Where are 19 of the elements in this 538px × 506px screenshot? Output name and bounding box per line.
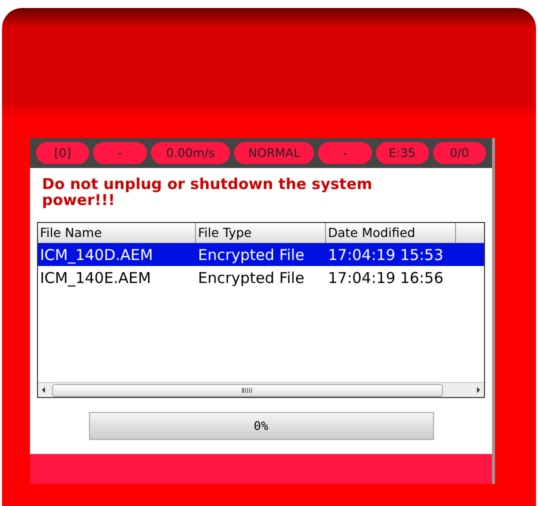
file-row[interactable]: ICM_140D.AEM Encrypted File 17:04:19 15:53: [38, 243, 484, 266]
status-indicator: 0.00m/s: [150, 142, 230, 164]
table-cell-text: ICM_140E.AEM: [39, 268, 152, 286]
table-cell-text: 17:04:19 15:53: [327, 246, 444, 264]
scroll-thumb[interactable]: [52, 384, 443, 396]
table-cell-text: Encrypted File: [197, 246, 306, 264]
status-indicator: -: [93, 142, 146, 164]
status-indicator: E:35: [376, 142, 429, 164]
table-cell-text: ICM_140D.AEM: [39, 246, 154, 264]
status-indicator: 0/0: [432, 142, 486, 164]
status-indicator: NORMAL: [234, 142, 314, 164]
status-indicator: [0]: [36, 142, 90, 164]
table-cell-text: 17:04:19 16:56: [327, 268, 444, 286]
warning-message: Do not unplug or shutdown the system power!!!: [41, 176, 374, 208]
status-indicator: -: [318, 142, 372, 164]
table-cell-text: Encrypted File: [197, 268, 306, 286]
horizontal-scrollbar[interactable]: [38, 382, 484, 397]
file-row[interactable]: ICM_140E.AEM Encrypted File 17:04:19 16:56: [38, 266, 484, 289]
progress-percent: 0%: [254, 419, 268, 433]
